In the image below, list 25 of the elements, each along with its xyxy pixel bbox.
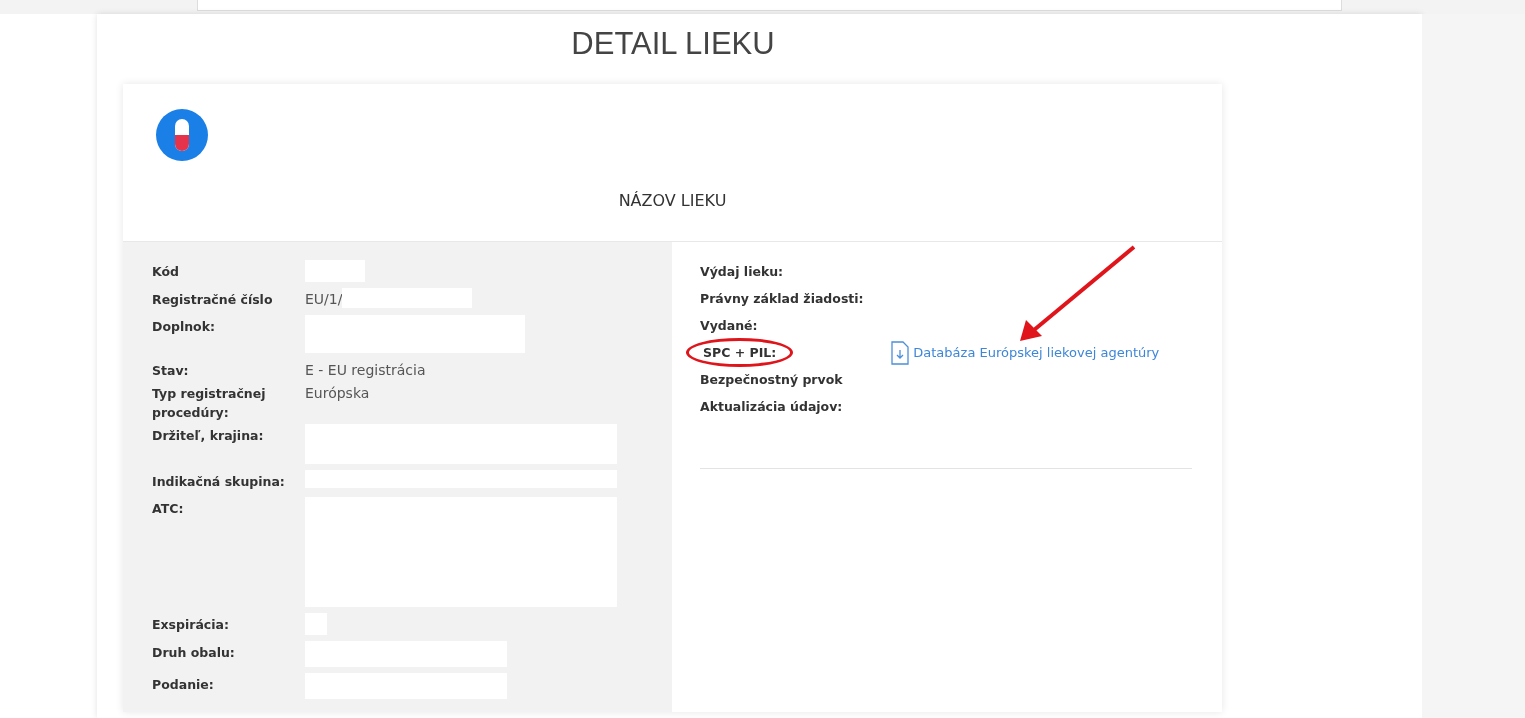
field-label: Výdaj lieku: [700,263,785,281]
document-download-icon [890,340,911,365]
pill-icon [155,108,209,162]
field-label: Právny základ žiadosti: [700,290,865,308]
field-label: Podanie: [152,676,215,694]
field-label: SPC + PIL: [686,338,794,367]
field-label: Aktualizácia údajov: [700,398,844,416]
field-label: Stav: [152,362,190,380]
field-value: Európska [305,384,370,403]
field-label: Vydané: [700,317,759,335]
field-label: Bezpečnostný prvok [700,371,844,389]
field-label: ATC: [152,500,185,518]
field-label: Doplnok: [152,318,216,336]
field-label: Exspirácia: [152,616,230,634]
field-value: E - EU registrácia [305,361,426,380]
field-label: Kód [152,263,180,281]
field-label: Držiteľ, krajina: [152,427,265,445]
field-label: Registračné číslo [152,291,274,309]
field-label: Druh obalu: [152,644,236,662]
page-title: DETAIL LIEKU [570,26,776,62]
drug-name: NÁZOV LIEKU [617,191,728,210]
field-label: Typ registračnej procedúry: [152,385,267,422]
field-value: EU/1/ [305,290,343,309]
ema-database-link[interactable]: Databáza Európskej liekovej agentúry [890,340,1160,365]
field-label: Indikačná skupina: [152,473,286,491]
